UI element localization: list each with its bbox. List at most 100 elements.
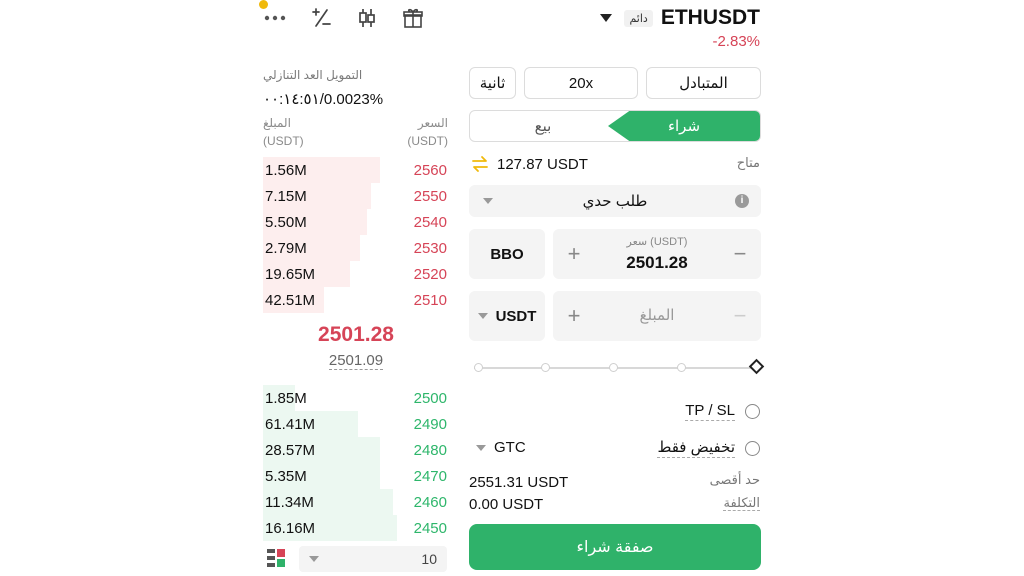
amount-decrease-button[interactable]: −	[723, 291, 757, 341]
bid-price: 2450	[413, 519, 447, 537]
last-price[interactable]: 2501.28	[263, 323, 449, 347]
cost-label: التكلفة	[723, 495, 760, 511]
time-in-force-select[interactable]: GTC	[476, 439, 526, 456]
bid-price: 2480	[413, 441, 447, 459]
bid-amount: 1.85M	[265, 389, 307, 407]
available-balance: 127.87 USDT	[497, 156, 588, 173]
order-type-value: طلب حدي	[582, 193, 648, 210]
submit-buy-button[interactable]: صفقة شراء	[469, 524, 761, 570]
buy-tab[interactable]: شراء	[608, 111, 760, 141]
info-icon[interactable]: i	[735, 194, 749, 208]
ask-amount: 7.15M	[265, 187, 307, 205]
reduce-only-checkbox[interactable]	[745, 440, 760, 456]
amount-slider[interactable]	[474, 358, 765, 375]
ask-row[interactable]: 2.79M 2530	[263, 235, 449, 261]
trading-screen: دائم ETHUSDT -2.83% التمويل العد التنازل…	[0, 0, 1024, 576]
reduce-only-label: تخفيض فقط	[657, 439, 735, 458]
side-toggle: بيع شراء	[469, 110, 761, 142]
slider-stop-25[interactable]	[541, 363, 550, 372]
gift-icon[interactable]	[400, 6, 426, 30]
price-decrease-button[interactable]: −	[723, 229, 757, 279]
available-label: متاح	[736, 155, 760, 170]
amount-unit-value: USDT	[495, 307, 537, 325]
ask-row[interactable]: 5.50M 2540	[263, 209, 449, 235]
price-change: -2.83%	[712, 33, 760, 50]
amount-input[interactable]: + المبلغ −	[553, 291, 761, 341]
candlestick-icon[interactable]	[354, 6, 380, 30]
ask-amount: 2.79M	[265, 239, 307, 257]
slider-stop-75[interactable]	[677, 363, 686, 372]
bbo-button[interactable]: BBO	[469, 229, 545, 279]
amount-unit-select[interactable]: USDT	[469, 291, 545, 341]
ask-price: 2560	[413, 161, 447, 179]
bid-row[interactable]: 28.57M 2480	[263, 437, 449, 463]
position-mode-button[interactable]: ثانية	[469, 67, 516, 99]
ask-amount: 42.51M	[265, 291, 316, 309]
chevron-down-icon	[600, 14, 613, 22]
margin-mode-button[interactable]: المتبادل	[646, 67, 761, 99]
ask-row[interactable]: 7.15M 2550	[263, 183, 449, 209]
bid-row[interactable]: 1.85M 2500	[263, 385, 449, 411]
bid-price: 2470	[413, 467, 447, 485]
ask-price: 2510	[413, 291, 447, 309]
contract-type-badge: دائم	[624, 9, 653, 27]
tpsl-option[interactable]: TP / SL	[685, 402, 760, 421]
orderbook-layout-icon[interactable]	[265, 547, 287, 569]
transfer-icon[interactable]	[470, 154, 490, 174]
bid-row[interactable]: 61.41M 2490	[263, 411, 449, 437]
order-type-select[interactable]: طلب حدي i	[469, 185, 761, 217]
ask-row[interactable]: 42.51M 2510	[263, 287, 449, 313]
price-header-unit: (USDT)	[407, 134, 448, 148]
bid-price: 2500	[413, 389, 447, 407]
mark-price-value: 2501.09	[328, 352, 384, 370]
ask-row[interactable]: 1.56M 2560	[263, 157, 449, 183]
chevron-down-icon	[483, 198, 493, 204]
tpsl-checkbox[interactable]	[745, 404, 760, 419]
depth-precision-value: 10	[421, 551, 437, 567]
cost-value: 0.00 USDT	[469, 496, 544, 513]
max-value: 2551.31 USDT	[469, 474, 569, 491]
amount-header-label: المبلغ	[263, 116, 291, 130]
slider-stop-50[interactable]	[609, 363, 618, 372]
cost-label-text: التكلفة	[723, 495, 760, 511]
bid-amount: 11.34M	[265, 493, 314, 511]
ask-price: 2530	[413, 239, 447, 257]
tpsl-label: TP / SL	[685, 402, 735, 421]
pair-selector[interactable]: دائم ETHUSDT	[600, 6, 760, 30]
sell-tab[interactable]: بيع	[470, 111, 616, 141]
price-header-label: السعر	[417, 116, 448, 130]
funding-countdown-value: ٠٠:١٤:٥١/0.0023%	[263, 91, 384, 108]
ask-price: 2540	[413, 213, 447, 231]
mark-price: 2501.09	[263, 352, 449, 370]
bid-row[interactable]: 11.34M 2460	[263, 489, 449, 515]
orderbook-bids: 1.85M 2500 61.41M 2490 28.57M 2480 5.35M 2470 11…	[263, 385, 449, 541]
bid-amount: 28.57M	[265, 441, 316, 459]
ask-amount: 1.56M	[265, 161, 307, 179]
bid-amount: 16.16M	[265, 519, 316, 537]
price-input[interactable]: + سعر (USDT) 2501.28 −	[553, 229, 761, 279]
depth-precision-select[interactable]: 10	[299, 546, 447, 572]
max-label: حد أقصى	[709, 472, 760, 487]
funding-countdown-label: التمويل العد التنازلي	[263, 68, 363, 82]
pair-name: ETHUSDT	[660, 6, 760, 29]
orderbook-asks: 1.56M 2560 7.15M 2550 5.50M 2540 2.79M 2530 19.6…	[263, 157, 449, 313]
bid-row[interactable]: 16.16M 2450	[263, 515, 449, 541]
bid-row[interactable]: 5.35M 2470	[263, 463, 449, 489]
bid-price: 2460	[413, 493, 447, 511]
bid-amount: 61.41M	[265, 415, 316, 433]
top-toolbar	[262, 6, 426, 30]
bid-price: 2490	[413, 415, 447, 433]
leverage-button[interactable]: 20x	[524, 67, 638, 99]
ask-amount: 19.65M	[265, 265, 316, 283]
calculator-icon[interactable]	[308, 6, 334, 30]
chevron-down-icon	[476, 444, 486, 451]
reduce-only-option[interactable]: تخفيض فقط	[657, 438, 760, 458]
orderbook-amount-header: المبلغ (USDT)	[263, 114, 304, 150]
ask-price: 2550	[413, 187, 447, 205]
amount-header-unit: (USDT)	[263, 134, 304, 148]
slider-thumb[interactable]	[748, 358, 765, 375]
ask-row[interactable]: 19.65M 2520	[263, 261, 449, 287]
more-icon[interactable]	[262, 6, 288, 30]
chevron-down-icon	[309, 556, 319, 562]
slider-stop-0[interactable]	[474, 363, 483, 372]
